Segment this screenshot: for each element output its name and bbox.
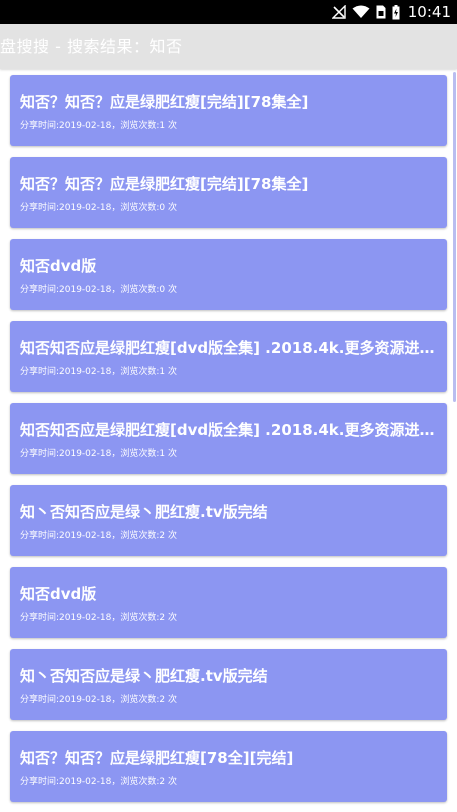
result-meta: 分享时间:2019-02-18，浏览次数:1 次 xyxy=(20,367,177,377)
scrollbar[interactable] xyxy=(453,72,456,402)
result-card[interactable]: 知丶否知否应是绿丶肥红瘦.tv版完结 分享时间:2019-02-18，浏览次数:… xyxy=(10,485,447,556)
result-card[interactable]: 知否知否应是绿肥红瘦[dvd版全集] .2018.4k.更多资源进群4… 分享时… xyxy=(10,321,447,392)
result-meta: 分享时间:2019-02-18，浏览次数:2 次 xyxy=(20,613,177,623)
result-title: 知否知否应是绿肥红瘦[dvd版全集] .2018.4k.更多资源进群4… xyxy=(20,421,440,439)
page-title: 盘搜搜 - 搜索结果：知否 xyxy=(0,37,183,56)
result-title: 知否dvd版 xyxy=(20,257,97,275)
result-card[interactable]: 知否dvd版 分享时间:2019-02-18，浏览次数:2 次 xyxy=(10,567,447,638)
result-title: 知否？知否？应是绿肥红瘦[78全][完结] xyxy=(20,749,294,767)
result-title: 知否？知否？应是绿肥红瘦[完结][78集全] xyxy=(20,175,309,193)
app-bar: 盘搜搜 - 搜索结果：知否 xyxy=(0,24,457,69)
battery-charging-icon xyxy=(392,4,400,20)
result-title: 知否dvd版 xyxy=(20,585,97,603)
status-bar: 10:41 xyxy=(0,0,457,24)
status-time: 10:41 xyxy=(407,3,451,21)
search-results-list[interactable]: 知否？知否？应是绿肥红瘦[完结][78集全] 分享时间:2019-02-18，浏… xyxy=(0,69,457,812)
result-card[interactable]: 知否？知否？应是绿肥红瘦[完结][78集全] 分享时间:2019-02-18，浏… xyxy=(10,75,447,146)
result-card[interactable]: 知否？知否？应是绿肥红瘦[完结][78集全] 分享时间:2019-02-18，浏… xyxy=(10,157,447,228)
result-card[interactable]: 知否dvd版 分享时间:2019-02-18，浏览次数:0 次 xyxy=(10,239,447,310)
result-meta: 分享时间:2019-02-18，浏览次数:2 次 xyxy=(20,777,177,787)
result-meta: 分享时间:2019-02-18，浏览次数:2 次 xyxy=(20,531,177,541)
result-title: 知丶否知否应是绿丶肥红瘦.tv版完结 xyxy=(20,667,268,685)
sim-icon xyxy=(376,5,386,19)
result-title: 知否知否应是绿肥红瘦[dvd版全集] .2018.4k.更多资源进群4… xyxy=(20,339,440,357)
result-card[interactable]: 知否知否应是绿肥红瘦[dvd版全集] .2018.4k.更多资源进群4… 分享时… xyxy=(10,403,447,474)
result-meta: 分享时间:2019-02-18，浏览次数:0 次 xyxy=(20,285,177,295)
result-title: 知丶否知否应是绿丶肥红瘦.tv版完结 xyxy=(20,503,268,521)
result-title: 知否？知否？应是绿肥红瘦[完结][78集全] xyxy=(20,93,309,111)
wifi-icon xyxy=(352,5,370,19)
result-meta: 分享时间:2019-02-18，浏览次数:0 次 xyxy=(20,203,177,213)
result-meta: 分享时间:2019-02-18，浏览次数:2 次 xyxy=(20,695,177,705)
result-meta: 分享时间:2019-02-18，浏览次数:1 次 xyxy=(20,449,177,459)
result-card[interactable]: 知否？知否？应是绿肥红瘦[78全][完结] 分享时间:2019-02-18，浏览… xyxy=(10,731,447,802)
result-card[interactable]: 知丶否知否应是绿丶肥红瘦.tv版完结 分享时间:2019-02-18，浏览次数:… xyxy=(10,649,447,720)
status-icons: 10:41 xyxy=(331,0,451,24)
signal-off-icon xyxy=(331,5,346,19)
result-meta: 分享时间:2019-02-18，浏览次数:1 次 xyxy=(20,121,177,131)
